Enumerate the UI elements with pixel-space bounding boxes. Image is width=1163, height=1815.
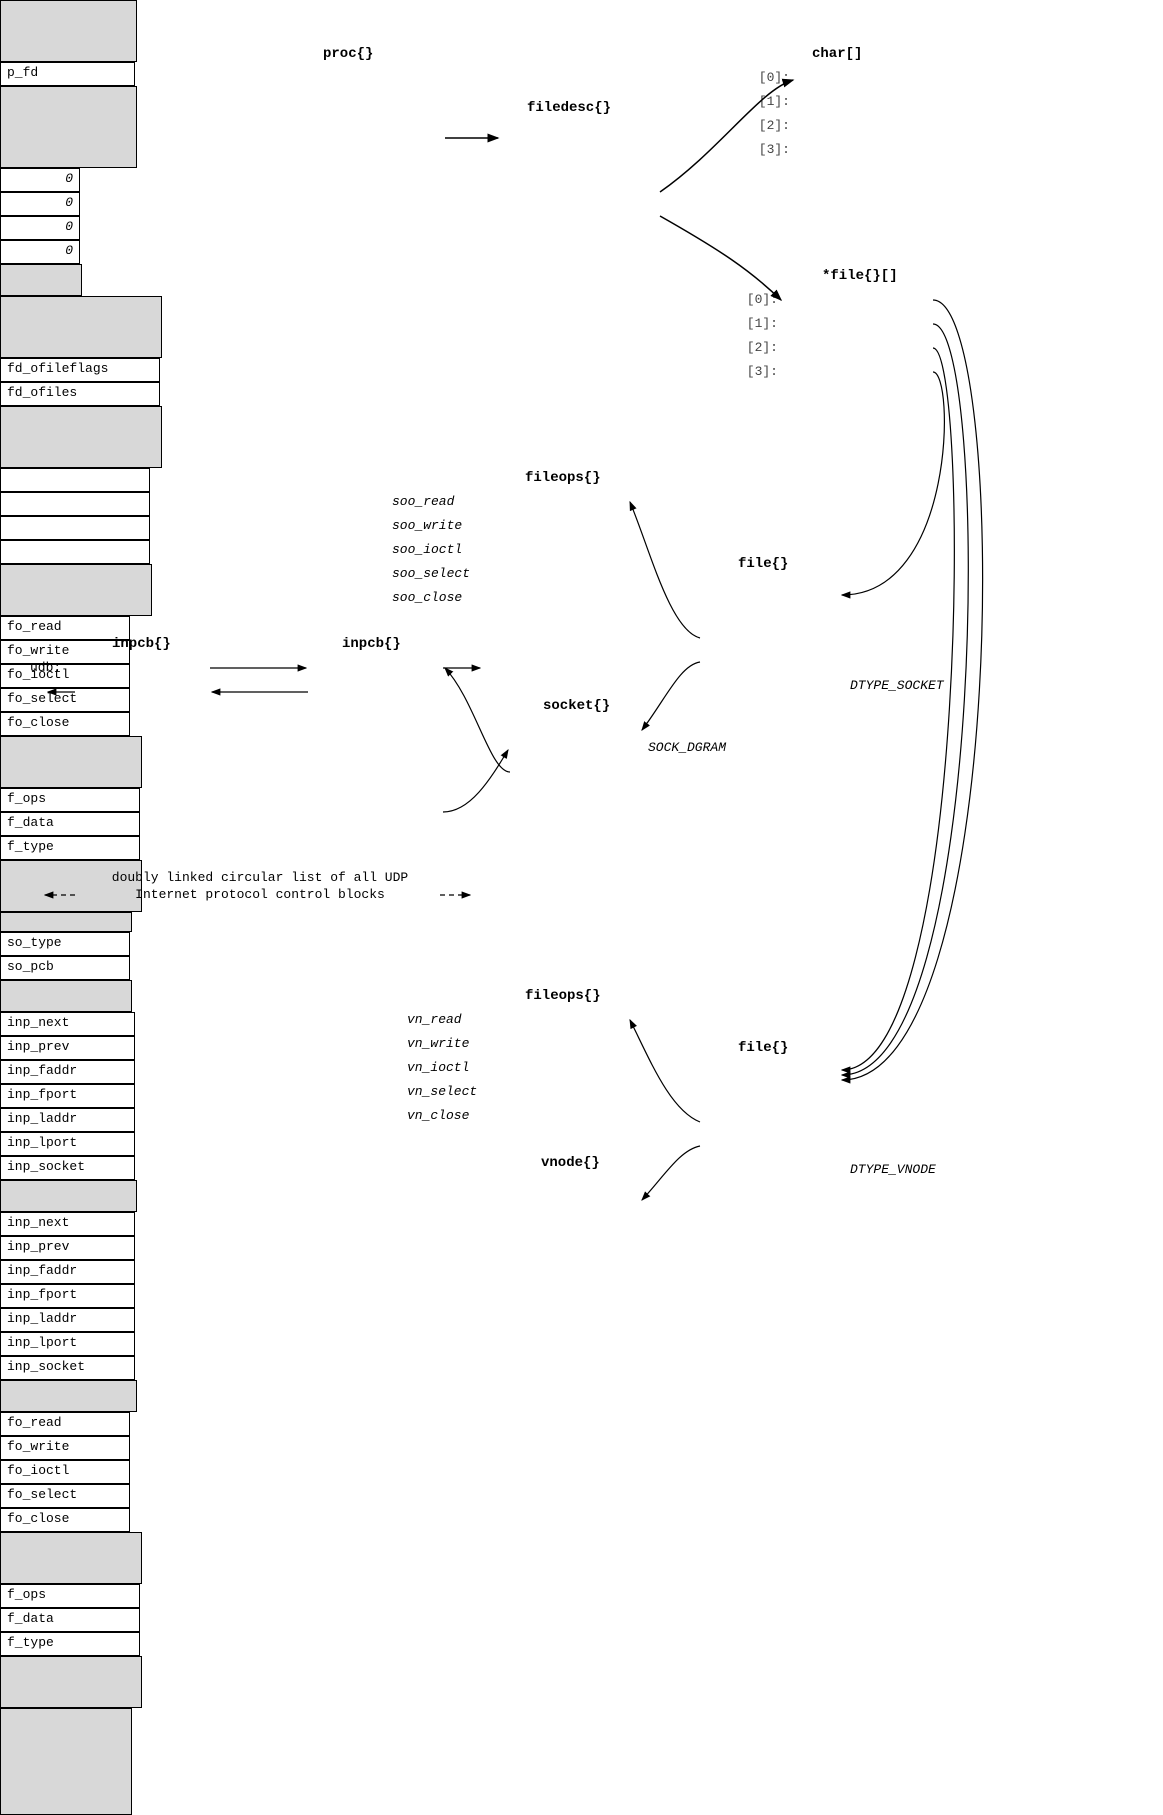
- file1-top: [0, 736, 142, 788]
- udb-label: udb:: [30, 660, 61, 675]
- socket-title: socket{}: [543, 698, 610, 714]
- filearr-row-2: [0, 516, 150, 540]
- filedesc-row-0: fd_ofileflags: [0, 358, 160, 382]
- fileops1-row-2: fo_ioctl: [0, 664, 130, 688]
- inpcb1-bot: [0, 1180, 137, 1212]
- fileops2-row-2: fo_ioctl: [0, 1460, 130, 1484]
- fileops2-lab-2: vn_ioctl: [407, 1060, 469, 1075]
- fileops1-row-4: fo_close: [0, 712, 130, 736]
- file2-title: file{}: [738, 1040, 788, 1056]
- inpcb1-row-6: inp_socket: [0, 1156, 135, 1180]
- fileops2-lab-3: vn_select: [407, 1084, 477, 1099]
- filedesc-row-1: fd_ofiles: [0, 382, 160, 406]
- filearr-idx-0: [0]:: [738, 292, 778, 307]
- inpcb2-row-0: inp_next: [0, 1212, 135, 1236]
- file2-row-2: f_type: [0, 1632, 140, 1656]
- inpcb2-row-1: inp_prev: [0, 1236, 135, 1260]
- char-title: char[]: [812, 46, 862, 62]
- filearr-title: *file{}[]: [822, 268, 898, 284]
- inpcb2-row-4: inp_laddr: [0, 1308, 135, 1332]
- proc-box-bot: [0, 86, 137, 168]
- fileops2-row-1: fo_write: [0, 1436, 130, 1460]
- filedesc-top: [0, 296, 162, 358]
- vnode-box: [0, 1708, 132, 1815]
- inpcb1-row-1: inp_prev: [0, 1036, 135, 1060]
- fileops1-title: fileops{}: [525, 470, 601, 486]
- filearr-row-0: [0, 468, 150, 492]
- char-idx-0: [0]:: [750, 70, 790, 85]
- fileops2-row-0: fo_read: [0, 1412, 130, 1436]
- file2-row-1: f_data: [0, 1608, 140, 1632]
- file1-title: file{}: [738, 556, 788, 572]
- filedesc-title: filedesc{}: [527, 100, 611, 116]
- socket-top: [0, 912, 132, 932]
- inpcb2-row-6: inp_socket: [0, 1356, 135, 1380]
- inpcb1-row-0: inp_next: [0, 1012, 135, 1036]
- char-idx-1: [1]:: [750, 94, 790, 109]
- fileops2-title: fileops{}: [525, 988, 601, 1004]
- inpcb1-row-2: inp_faddr: [0, 1060, 135, 1084]
- inpcb2-title: inpcb{}: [342, 636, 401, 652]
- socket-bot: [0, 980, 132, 1012]
- file1-row-0: f_ops: [0, 788, 140, 812]
- char-val-0: 0: [0, 168, 80, 192]
- char-box-bot: [0, 264, 82, 296]
- filearr-row-1: [0, 492, 150, 516]
- fileops1-lab-4: soo_close: [392, 590, 462, 605]
- fileops1-lab-1: soo_write: [392, 518, 462, 533]
- filearr-idx-2: [2]:: [738, 340, 778, 355]
- connector-overlay: [0, 0, 1163, 1378]
- char-idx-2: [2]:: [750, 118, 790, 133]
- file1-row-1: f_data: [0, 812, 140, 836]
- socket-row-1: so_pcb: [0, 956, 130, 980]
- char-val-1: 0: [0, 192, 80, 216]
- file2-annot: DTYPE_VNODE: [850, 1162, 936, 1177]
- filearr-row-3: [0, 540, 150, 564]
- fileops1-row-1: fo_write: [0, 640, 130, 664]
- inpcb2-row-3: inp_fport: [0, 1284, 135, 1308]
- fileops1-row-0: fo_read: [0, 616, 130, 640]
- inpcb2-bot: [0, 1380, 137, 1412]
- fileops2-lab-0: vn_read: [407, 1012, 462, 1027]
- fileops2-row-4: fo_close: [0, 1508, 130, 1532]
- fileops2-lab-4: vn_close: [407, 1108, 469, 1123]
- char-idx-3: [3]:: [750, 142, 790, 157]
- inpcb2-row-2: inp_faddr: [0, 1260, 135, 1284]
- file1-row-2: f_type: [0, 836, 140, 860]
- inpcb2-row-5: inp_lport: [0, 1332, 135, 1356]
- inpcb1-row-4: inp_laddr: [0, 1108, 135, 1132]
- proc-title: proc{}: [323, 46, 373, 62]
- proc-box-top: [0, 0, 137, 62]
- filedesc-bot: [0, 406, 162, 468]
- fileops2-row-3: fo_select: [0, 1484, 130, 1508]
- socket-row-0: so_type: [0, 932, 130, 956]
- inpcb1-row-3: inp_fport: [0, 1084, 135, 1108]
- filearr-bot: [0, 564, 152, 616]
- filearr-idx-1: [1]:: [738, 316, 778, 331]
- file2-top: [0, 1532, 142, 1584]
- filearr-idx-3: [3]:: [738, 364, 778, 379]
- proc-pfd: p_fd: [0, 62, 135, 86]
- file2-bot: [0, 1656, 142, 1708]
- inpcb-caption: doubly linked circular list of all UDPIn…: [85, 870, 435, 904]
- fileops1-row-3: fo_select: [0, 688, 130, 712]
- file1-annot: DTYPE_SOCKET: [850, 678, 944, 693]
- char-val-3: 0: [0, 240, 80, 264]
- char-val-2: 0: [0, 216, 80, 240]
- fileops2-lab-1: vn_write: [407, 1036, 469, 1051]
- vnode-title: vnode{}: [541, 1155, 600, 1171]
- inpcb1-row-5: inp_lport: [0, 1132, 135, 1156]
- fileops1-lab-3: soo_select: [392, 566, 470, 581]
- fileops1-lab-0: soo_read: [392, 494, 454, 509]
- file2-row-0: f_ops: [0, 1584, 140, 1608]
- socket-annot: SOCK_DGRAM: [648, 740, 726, 755]
- inpcb1-title: inpcb{}: [112, 636, 171, 652]
- fileops1-lab-2: soo_ioctl: [392, 542, 462, 557]
